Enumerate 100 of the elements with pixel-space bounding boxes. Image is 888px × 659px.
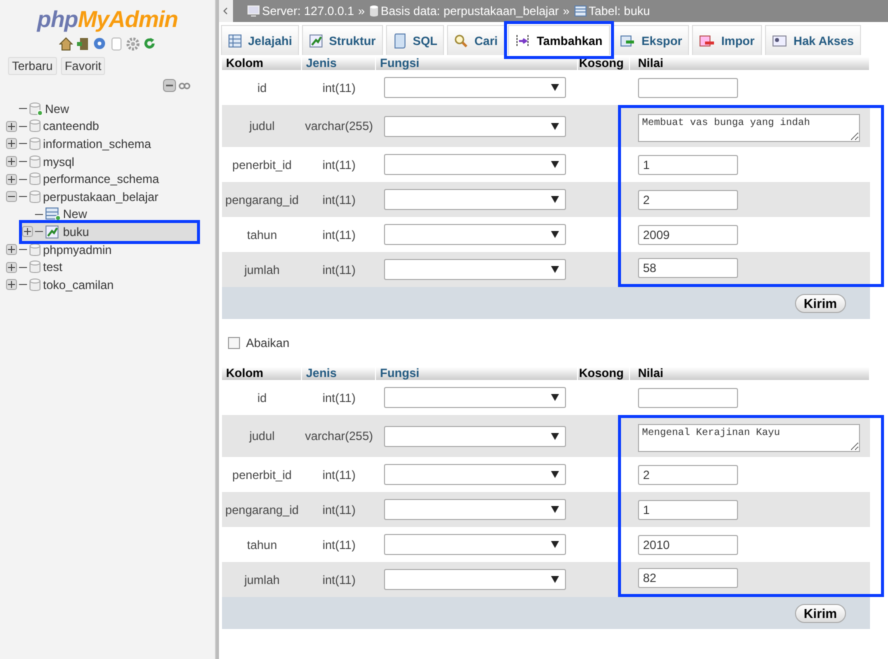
column-header[interactable]: Jenis	[302, 367, 376, 380]
home-icon[interactable]	[59, 37, 73, 51]
expand-toggle[interactable]	[6, 279, 17, 290]
caret-icon	[551, 575, 559, 584]
breadcrumb-link[interactable]: Basis data: perpustakaan_belajar	[380, 4, 559, 18]
expand-toggle[interactable]	[6, 138, 17, 150]
tree-item[interactable]: mysql	[43, 154, 74, 169]
value-textarea[interactable]: Membuat vas bunga yang indah	[638, 114, 860, 142]
table-icon	[574, 5, 587, 17]
value-input[interactable]: 2010	[638, 534, 738, 554]
tree-item[interactable]: perpustakaan_belajar	[43, 190, 158, 204]
table-icon	[228, 34, 242, 48]
nav-tab[interactable]: Impor	[692, 25, 762, 55]
column-header[interactable]: Fungsi	[376, 367, 578, 380]
column-type: int(11)	[322, 572, 356, 586]
column-name: judul	[249, 429, 275, 443]
value-input[interactable]	[638, 388, 738, 408]
column-header: Nilai	[630, 57, 870, 70]
phpmyadmin-logo[interactable]: phpMyAdmin	[0, 0, 215, 33]
tree-item[interactable]: toko_camilan	[43, 278, 114, 292]
function-dropdown[interactable]	[384, 499, 566, 520]
expand-toggle[interactable]	[6, 156, 17, 168]
quick-link-button[interactable]: Terbaru	[8, 57, 57, 75]
export-icon	[620, 34, 636, 48]
function-dropdown[interactable]	[384, 534, 566, 555]
value-input[interactable]: 82	[638, 568, 738, 588]
value-input[interactable]: 2	[638, 190, 738, 210]
column-name: penerbit_id	[232, 468, 292, 482]
column-type: int(11)	[322, 158, 356, 172]
column-name: tahun	[246, 538, 278, 552]
tree-item[interactable]: performance_schema	[43, 172, 160, 186]
expand-toggle[interactable]	[22, 226, 33, 238]
value-input[interactable]: 2	[638, 464, 738, 484]
column-type: varchar(255)	[304, 119, 374, 133]
nav-tab[interactable]: Cari	[447, 25, 505, 55]
server-icon	[247, 5, 260, 17]
column-type: int(11)	[322, 228, 356, 242]
expand-toggle[interactable]	[6, 262, 17, 273]
expand-toggle[interactable]	[6, 120, 17, 132]
breadcrumb-separator: »	[562, 4, 570, 18]
collapse-button[interactable]	[219, 0, 233, 22]
insert-row-icon	[514, 34, 531, 48]
nav-tab[interactable]: Jelajahi	[221, 25, 300, 55]
structure-icon	[309, 34, 324, 48]
value-input[interactable]: 58	[638, 258, 738, 278]
function-dropdown[interactable]	[384, 569, 566, 590]
value-input[interactable]: 2009	[638, 224, 738, 244]
function-dropdown[interactable]	[384, 387, 566, 408]
tree-item[interactable]: canteendb	[43, 119, 100, 134]
column-header[interactable]: Fungsi	[376, 57, 578, 70]
expand-toggle[interactable]	[6, 174, 17, 185]
database-icon	[29, 154, 41, 169]
nav-tab[interactable]: SQL	[386, 25, 444, 55]
function-dropdown[interactable]	[384, 224, 566, 245]
caret-icon	[551, 470, 559, 479]
nav-tab[interactable]: Hak Akses	[764, 25, 861, 55]
function-dropdown[interactable]	[384, 154, 566, 175]
new-database-icon	[29, 102, 43, 116]
quick-link-button[interactable]: Favorit	[60, 57, 106, 75]
nav-tab[interactable]: Struktur	[302, 25, 383, 55]
collapse-all-icon[interactable]	[163, 79, 176, 92]
breadcrumb-link[interactable]: Tabel: buku	[588, 4, 650, 18]
function-dropdown[interactable]	[384, 464, 566, 485]
tree-item[interactable]: buku	[63, 224, 90, 239]
expand-toggle[interactable]	[6, 244, 17, 256]
submit-button[interactable]: Kirim	[794, 294, 846, 312]
column-header: Kolom	[222, 367, 302, 380]
column-header[interactable]: Jenis	[302, 57, 376, 70]
column-type: int(11)	[322, 502, 356, 516]
function-dropdown[interactable]	[384, 189, 566, 210]
tree-item[interactable]: information_schema	[43, 136, 152, 151]
exit-door-icon[interactable]	[76, 37, 90, 51]
value-input[interactable]: 1	[638, 154, 738, 174]
tree-item[interactable]: New	[45, 102, 70, 116]
value-input[interactable]: 1	[638, 500, 738, 520]
tree-item[interactable]: New	[63, 207, 88, 222]
function-dropdown[interactable]	[384, 116, 566, 136]
column-name: tahun	[246, 228, 278, 242]
column-header: Kolom	[222, 57, 302, 70]
nav-tab[interactable]: Ekspor	[612, 25, 690, 55]
tree-item[interactable]: phpmyadmin	[43, 242, 112, 257]
tree-item[interactable]: test	[43, 260, 62, 274]
breadcrumb-link[interactable]: Server: 127.0.0.1	[262, 4, 354, 18]
help-icon[interactable]	[93, 37, 106, 50]
table-structure-icon	[45, 224, 61, 239]
scroll-icon	[392, 32, 407, 48]
function-dropdown[interactable]	[384, 426, 566, 446]
collapse-toggle[interactable]	[6, 191, 17, 202]
value-textarea[interactable]: Mengenal Kerajinan Kayu	[638, 424, 860, 452]
function-dropdown[interactable]	[384, 77, 566, 98]
checkbox[interactable]	[228, 337, 240, 349]
database-icon	[29, 172, 41, 186]
function-dropdown[interactable]	[384, 259, 566, 280]
value-input[interactable]	[638, 78, 738, 98]
settings-icon[interactable]	[126, 37, 140, 51]
column-type: int(11)	[322, 468, 356, 482]
submit-button[interactable]: Kirim	[794, 604, 846, 622]
column-type: int(11)	[322, 262, 356, 276]
document-icon[interactable]	[109, 37, 123, 51]
reload-icon[interactable]	[143, 37, 156, 50]
